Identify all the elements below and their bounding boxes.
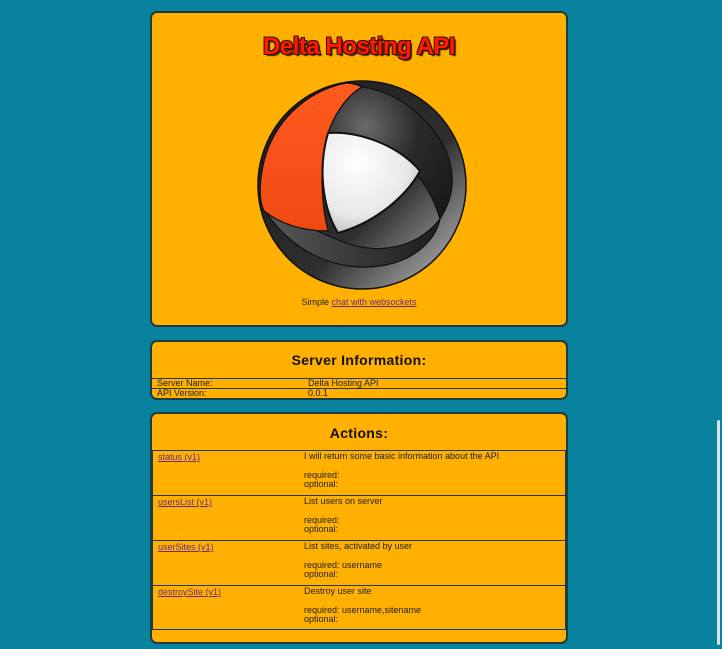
action-link-destroysite[interactable]: destroySite (v1) <box>158 587 221 597</box>
action-desc-status: I will return some basic information abo… <box>304 451 500 490</box>
action-link-status[interactable]: status (v1) <box>158 452 200 462</box>
header-subtitle: Simple chat with websockets <box>152 297 566 307</box>
subtitle-prefix: Simple <box>301 297 332 307</box>
action-optional: optional: <box>304 569 339 579</box>
action-description: I will return some basic information abo… <box>304 451 500 461</box>
action-link-userslist[interactable]: usersList (v1) <box>158 497 212 507</box>
actions-panel: Actions: status (v1) I will return some … <box>150 412 568 644</box>
header-panel: Delta Hosting API Simple chat with webso… <box>150 11 568 327</box>
action-desc-userslist: List users on server required: optional: <box>304 496 383 535</box>
page-scrollbar[interactable] <box>717 420 720 645</box>
api-version-key: API Version: <box>152 388 303 398</box>
action-link-usersites[interactable]: userSites (v1) <box>158 542 214 552</box>
action-desc-usersites: List sites, activated by user required: … <box>304 541 413 580</box>
table-row: Server Name: Delta Hosting API <box>152 378 566 389</box>
delta-logo-icon <box>257 80 467 290</box>
action-description: List sites, activated by user <box>304 541 413 551</box>
action-row-userslist: usersList (v1) List users on server requ… <box>152 495 566 540</box>
action-description: Destroy user site <box>304 586 372 596</box>
action-description: List users on server <box>304 496 383 506</box>
action-optional: optional: <box>304 524 339 534</box>
action-desc-destroysite: Destroy user site required: username,sit… <box>304 586 421 625</box>
server-name-value: Delta Hosting API <box>303 378 566 389</box>
action-optional: optional: <box>304 614 339 624</box>
actions-list: status (v1) I will return some basic inf… <box>152 450 566 630</box>
action-row-destroysite: destroySite (v1) Destroy user site requi… <box>152 585 566 630</box>
action-optional: optional: <box>304 479 339 489</box>
actions-heading: Actions: <box>329 425 389 441</box>
api-title: Delta Hosting API <box>263 33 455 60</box>
action-row-status: status (v1) I will return some basic inf… <box>152 450 566 495</box>
server-name-key: Server Name: <box>152 378 303 389</box>
chat-websockets-link[interactable]: chat with websockets <box>331 297 416 307</box>
server-info-heading: Server Information: <box>291 352 427 368</box>
action-row-usersites: userSites (v1) List sites, activated by … <box>152 540 566 585</box>
table-row: API Version: 0.0.1 <box>152 388 566 398</box>
api-version-value: 0.0.1 <box>303 388 566 398</box>
server-info-table: Server Name: Delta Hosting API API Versi… <box>152 378 566 398</box>
server-info-panel: Server Information: Server Name: Delta H… <box>150 340 568 400</box>
